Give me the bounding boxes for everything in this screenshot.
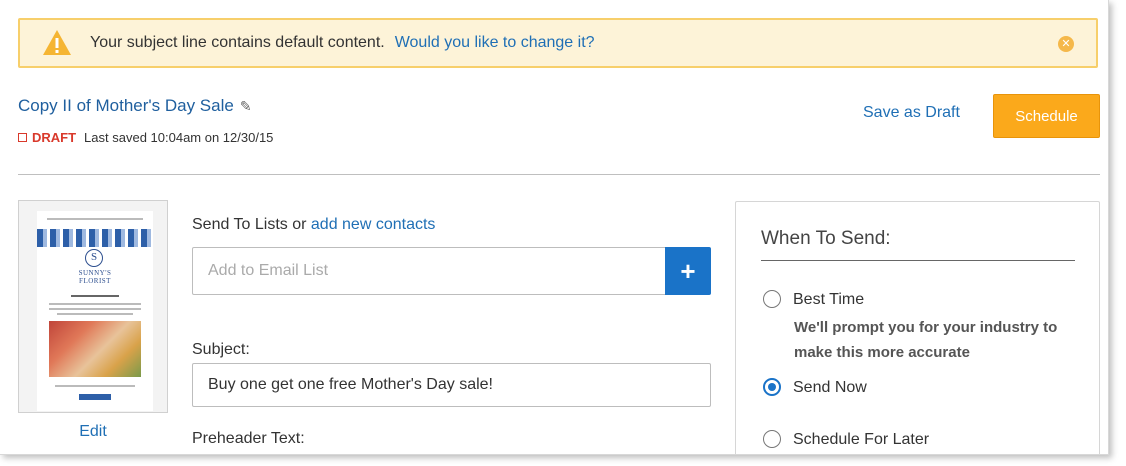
- subject-input[interactable]: Buy one get one free Mother's Day sale!: [192, 363, 711, 407]
- email-preview-thumbnail[interactable]: S SUNNY'S FLORIST: [18, 200, 168, 413]
- send-now-label[interactable]: Send Now: [793, 379, 867, 397]
- send-to-label: Send To Lists or add new contacts: [192, 216, 435, 234]
- preview-cta: [79, 394, 111, 400]
- send-now-radio[interactable]: [763, 378, 781, 396]
- add-list-button[interactable]: +: [665, 247, 711, 295]
- edit-email-link[interactable]: Edit: [18, 423, 168, 441]
- default-content-alert: Your subject line contains default conte…: [18, 18, 1098, 68]
- email-list-input[interactable]: Add to Email List: [192, 247, 666, 295]
- schedule-later-radio[interactable]: [763, 430, 781, 448]
- draft-icon: [18, 133, 27, 142]
- best-time-label[interactable]: Best Time: [793, 291, 864, 309]
- campaign-title[interactable]: Copy II of Mother's Day Sale: [18, 96, 234, 115]
- email-preview-page: S SUNNY'S FLORIST: [37, 211, 153, 411]
- last-saved-text: Last saved 10:04am on 12/30/15: [84, 130, 274, 145]
- when-to-send-heading: When To Send:: [761, 228, 891, 249]
- schedule-later-label[interactable]: Schedule For Later: [793, 431, 929, 449]
- subject-label: Subject:: [192, 341, 250, 358]
- schedule-button[interactable]: Schedule: [993, 94, 1100, 138]
- preview-photo: [49, 321, 141, 377]
- send-to-prefix: Send To Lists or: [192, 216, 307, 233]
- alert-message: Your subject line contains default conte…: [90, 34, 385, 51]
- change-subject-link[interactable]: Would you like to change it?: [395, 34, 595, 52]
- logo-icon: S: [85, 249, 103, 267]
- preview-banner: [37, 229, 153, 247]
- add-new-contacts-link[interactable]: add new contacts: [311, 216, 436, 233]
- draft-badge: DRAFT: [32, 130, 77, 145]
- best-time-hint: We'll prompt you for your industry to ma…: [794, 319, 1058, 361]
- save-as-draft-link[interactable]: Save as Draft: [863, 104, 960, 122]
- best-time-radio[interactable]: [763, 290, 781, 308]
- warning-icon: [42, 28, 72, 58]
- pencil-icon[interactable]: ✎: [240, 98, 252, 114]
- campaign-editor: Your subject line contains default conte…: [0, 0, 1109, 455]
- preview-brand: SUNNY'S FLORIST: [78, 269, 112, 285]
- campaign-title-row: Copy II of Mother's Day Sale ✎: [18, 96, 252, 116]
- campaign-status: DRAFT Last saved 10:04am on 12/30/15: [18, 130, 273, 145]
- when-to-send-panel: When To Send: Best Time We'll prompt you…: [735, 201, 1100, 454]
- header-divider: [18, 174, 1100, 175]
- close-icon[interactable]: ✕: [1058, 36, 1074, 52]
- preheader-label: Preheader Text:: [192, 430, 305, 447]
- panel-divider: [761, 260, 1075, 261]
